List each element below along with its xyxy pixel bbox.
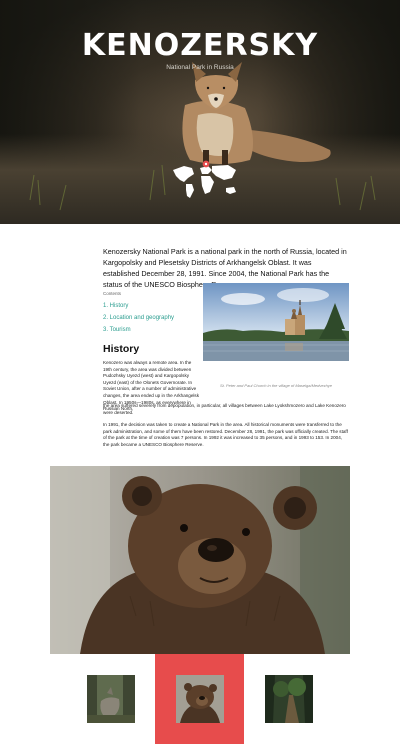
hero-banner: KENOZERSKY National Park in Russia — [0, 0, 400, 224]
thumbnail-bear[interactable] — [176, 675, 224, 723]
history-paragraph-2: In 1991, the decision was taken to creat… — [103, 422, 348, 447]
world-map-icon[interactable] — [170, 160, 240, 202]
hero-title: KENOZERSKY — [81, 28, 319, 63]
table-of-contents: Contents 1. History 2. Location and geog… — [103, 291, 195, 339]
photo-caption: St. Peter and Paul Church in the village… — [219, 383, 333, 388]
history-paragraph-1-continued: the area suffered severely from depopula… — [103, 403, 346, 415]
toc-item-tourism[interactable]: 3. Tourism — [103, 327, 195, 333]
bear-photo — [50, 466, 350, 654]
hero-subtitle: National Park in Russia — [166, 64, 234, 71]
thumbnail-forest-path[interactable] — [265, 675, 313, 723]
thumbnail-wolf[interactable] — [87, 675, 135, 723]
toc-item-history[interactable]: 1. History — [103, 303, 195, 309]
church-photo — [203, 283, 349, 361]
history-heading: History — [103, 343, 140, 355]
toc-heading: Contents — [103, 291, 122, 296]
toc-item-location[interactable]: 2. Location and geography — [103, 315, 195, 321]
